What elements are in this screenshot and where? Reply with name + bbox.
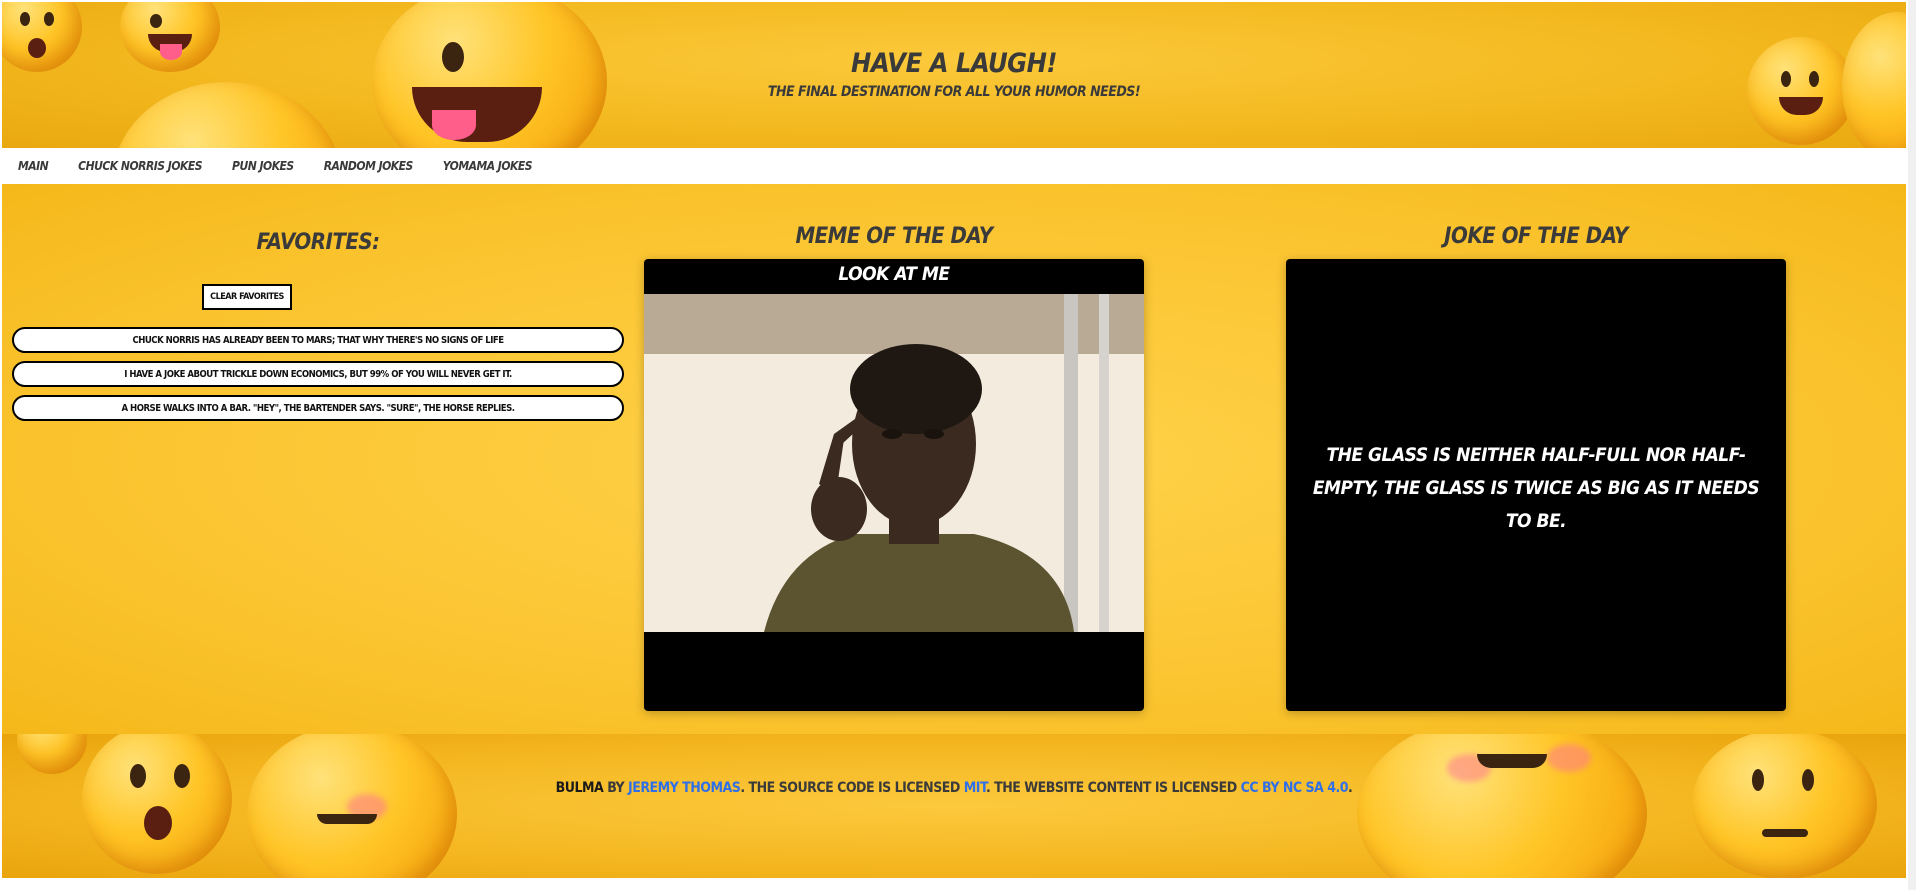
footer-text-content-license: . The website content is licensed — [985, 780, 1241, 796]
footer-brand: Bulma — [555, 780, 604, 796]
footer-credits: Bulma by Jeremy Thomas. The source code … — [2, 780, 1906, 796]
favorite-item[interactable]: I have a joke about trickle down economi… — [12, 361, 624, 387]
favorites-title: Favorites: — [256, 230, 380, 255]
grinning-emoji-icon — [1842, 12, 1906, 148]
joke-of-the-day-title: Joke of the day — [1444, 224, 1628, 249]
blushing-emoji-icon — [1357, 734, 1647, 878]
favorites-list: Chuck Norris has already been to Mars; t… — [12, 327, 624, 429]
joke-card: The glass is neither half-full nor half-… — [1286, 259, 1786, 711]
angry-emoji-icon — [1692, 734, 1877, 878]
footer-mit-link[interactable]: MIT — [964, 780, 987, 796]
scrollbar[interactable] — [1908, 0, 1916, 890]
meme-photo-illustration — [644, 294, 1144, 632]
meme-card: LOOK AT ME — [644, 259, 1144, 711]
footer-by: by — [603, 780, 629, 796]
favorite-item[interactable]: A horse walks into a bar. "Hey", the bar… — [12, 395, 624, 421]
joke-text: The glass is neither half-full nor half-… — [1312, 444, 1760, 532]
nav-item-yomama-jokes[interactable]: Yomama Jokes — [443, 159, 533, 173]
footer-text-code-license: . The source code is licensed — [740, 780, 964, 796]
hero-banner: Have a laugh! The final destination for … — [2, 2, 1906, 148]
nav-item-pun-jokes[interactable]: Pun Jokes — [232, 159, 294, 173]
meme-caption: LOOK AT ME — [838, 263, 950, 285]
meme-of-the-day-title: Meme of the day — [795, 224, 993, 249]
nav-item-chuck-norris-jokes[interactable]: Chuck Norris Jokes — [78, 159, 202, 173]
surprised-emoji-icon — [82, 734, 232, 874]
nav-item-main[interactable]: Main — [18, 159, 49, 173]
nav-item-random-jokes[interactable]: Random Jokes — [324, 159, 414, 173]
site-title: Have a laugh! — [850, 48, 1058, 79]
footer-cc-link[interactable]: CC BY NC SA 4.0 — [1241, 780, 1349, 796]
small-emoji-icon — [17, 734, 87, 774]
clear-favorites-button[interactable]: Clear Favorites — [202, 284, 292, 310]
favorite-item[interactable]: Chuck Norris has already been to Mars; t… — [12, 327, 624, 353]
meme-image — [644, 294, 1144, 632]
footer-author-link[interactable]: Jeremy Thomas — [628, 780, 741, 796]
site-subtitle: The final destination for all your humor… — [767, 84, 1141, 100]
main-section: Favorites: Clear Favorites Chuck Norris … — [2, 184, 1906, 734]
smirking-emoji-icon — [247, 734, 457, 878]
footer-end: . — [1348, 780, 1353, 796]
page-footer: Bulma by Jeremy Thomas. The source code … — [2, 734, 1906, 878]
main-navbar: Main Chuck Norris Jokes Pun Jokes Random… — [2, 148, 1906, 184]
